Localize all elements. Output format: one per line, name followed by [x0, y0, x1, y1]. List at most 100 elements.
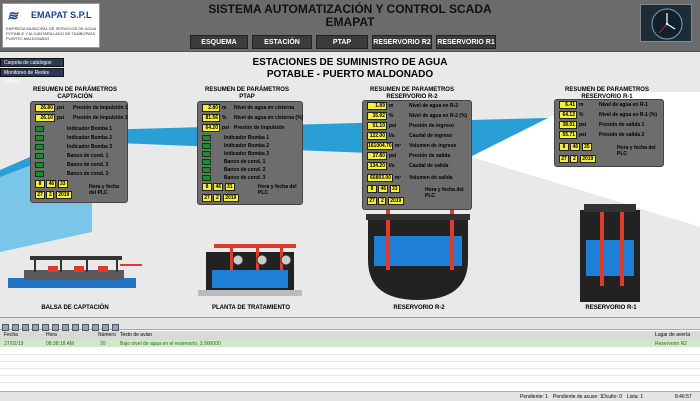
measure-value: 26.10 [35, 114, 55, 122]
sidebar-item-network-monitor[interactable]: Monitoreo de Redes (Widex) [0, 68, 64, 85]
col-fecha[interactable]: Fecha [4, 332, 18, 338]
treatment-plant-icon [198, 244, 302, 296]
measure-value: 2.80 [202, 104, 220, 112]
status-hidden: Oculto: 0 [602, 394, 623, 400]
measure-unit: psi [389, 123, 397, 129]
export-icon[interactable] [52, 324, 59, 331]
measure-value: 26.80 [35, 104, 55, 112]
measure-label: Presión de Impulsión [234, 125, 285, 131]
indicator-label: Banco de cond. 3 [224, 175, 266, 181]
ack-icon[interactable] [2, 324, 9, 331]
measure-unit: psi [579, 122, 587, 128]
page-title: ESTACIONES DE SUMINISTRO DE AGUA [252, 57, 448, 68]
measure-label: Nivel de agua en R-1 [599, 102, 648, 108]
ack-all-icon[interactable] [12, 324, 19, 331]
col-lugar[interactable]: Lugar de avería [655, 332, 690, 338]
grid-line [0, 354, 700, 355]
caption-planta: PLANTA DE TRATAMIENTO [212, 305, 290, 311]
measure-row: 81.56% Nivel de agua en cisterna (%) [202, 114, 303, 123]
history-icon[interactable] [72, 324, 79, 331]
led-on-icon [35, 170, 44, 177]
sort-icon[interactable] [32, 324, 39, 331]
led-on-icon [35, 161, 44, 168]
measure-row: 65803.00 m³ Volumen de salida [367, 174, 453, 183]
measure-unit: m [579, 102, 584, 108]
alarm-text: Bajo nivel de agua en el reservorio, 3,9… [120, 341, 221, 347]
alarm-place: Reservorio R2 [655, 341, 687, 347]
led-on-icon [202, 142, 211, 149]
measure-unit: % [389, 113, 394, 119]
measure-unit: l/s [389, 133, 395, 139]
caption-r2: RESERVORIO R-2 [393, 305, 445, 311]
col-hora[interactable]: Hora [46, 332, 57, 338]
plc-time-row: 8 46 35 [559, 143, 592, 152]
alarm-window: Fecha Hora Número Texto de aviso Lugar d… [0, 317, 700, 401]
panel-ptap: 2.80 m Nivel de agua en cisterna 81.56% Niv… [197, 101, 303, 205]
col-numero[interactable]: Número [98, 332, 116, 338]
settings-icon[interactable] [92, 324, 99, 331]
nav-reservorio-r2-button[interactable]: RESERVORIO R2 [372, 35, 432, 49]
help-icon[interactable] [112, 324, 119, 331]
measure-value: 37.80 [367, 152, 387, 160]
led-on-icon [35, 152, 44, 159]
measure-value: 81.56 [202, 114, 220, 122]
logo-subtitle: EMPRESA MUNICIPAL DE SERVICIOS DE AGUA P… [6, 26, 96, 41]
indicator-row: Banco de cond. 1 [35, 152, 108, 161]
measure-label: Caudal de salida [409, 163, 449, 169]
grid-line [0, 368, 700, 369]
sidebar: Carpeta de catálogos Monitoreo de Redes … [0, 58, 64, 85]
measure-value: 1.89 [367, 102, 387, 110]
plc-hour: 8 [367, 185, 377, 193]
app-title: SISTEMA AUTOMATIZACIÓN Y CONTROL SCADA [208, 2, 492, 16]
table-row[interactable]: 27/02/19 08:38:18 AM 20 Bajo nivel de ag… [0, 340, 700, 347]
plc-year: 2019 [579, 155, 596, 163]
measure-label: Nivel de agua en cisterna (%) [234, 115, 304, 121]
measure-label: Presión de salida 1 [599, 122, 645, 128]
plc-hour: 8 [35, 180, 45, 188]
measure-row: 51.10 psi Presión de ingreso [367, 122, 454, 131]
col-texto[interactable]: Texto de aviso [120, 332, 152, 338]
print-icon[interactable] [42, 324, 49, 331]
indicator-row: Indicador Bomba 2 [35, 134, 112, 143]
lock-icon[interactable] [102, 324, 109, 331]
indicator-label: Banco de cond. 3 [67, 171, 109, 177]
list-icon[interactable] [62, 324, 69, 331]
alarm-number: 20 [100, 341, 106, 347]
nav-estacion-balsa-button[interactable]: ESTACIÓN BALSA [252, 35, 312, 60]
led-on-icon [35, 125, 44, 132]
measure-row: 2.80 m Nivel de agua en cisterna [202, 104, 294, 113]
indicator-row: Banco de cond. 2 [35, 161, 108, 170]
hide-icon[interactable] [82, 324, 89, 331]
plc-second: 33 [57, 180, 68, 188]
nav-reservorio-r1-button[interactable]: RESERVORIO R1 [436, 35, 496, 49]
plc-month: 2 [570, 155, 579, 163]
led-on-icon [202, 150, 211, 157]
measure-label: Volumen de salida [409, 175, 453, 181]
grid-line [0, 361, 700, 362]
status-pending-ack: Pendiente de acuse: 1 [553, 394, 603, 400]
plc-time-row: 8 46 33 [367, 185, 400, 194]
measure-unit: m³ [395, 175, 402, 181]
plc-month: 2 [46, 191, 55, 199]
logo-mark-icon: ≋ [7, 8, 18, 23]
measure-label: Presión de salida 2 [599, 132, 645, 138]
header-bar: ≋ EMAPAT S.P.L EMPRESA MUNICIPAL DE SERV… [0, 0, 700, 60]
sidebar-item-catalog[interactable]: Carpeta de catálogos [0, 58, 64, 67]
measure-value: 161004.70 [367, 142, 393, 150]
measure-label: Volumen de ingreso [409, 143, 457, 149]
indicator-label: Banco de cond. 1 [67, 153, 109, 159]
measure-value: 38.01 [559, 121, 577, 129]
plc-time-label: Hora y fecha del PLC [258, 184, 297, 196]
panel-r2-title: RESUMEN DE PARAMETROS RESERVORIO R-2 [362, 87, 462, 101]
barge-icon [8, 256, 142, 288]
plc-day: 27 [559, 155, 569, 163]
led-on-icon [202, 174, 211, 181]
plc-second: 35 [581, 143, 592, 151]
nav-ptap-button[interactable]: PTAP [316, 35, 368, 49]
panel-ptap-title-line1: RESUMEN DE PARÁMETROS [205, 87, 289, 93]
measure-label: Caudal de ingreso [409, 133, 453, 139]
filter-icon[interactable] [22, 324, 29, 331]
nav-esquema-button[interactable]: ESQUEMA [190, 35, 248, 49]
led-on-icon [202, 134, 211, 141]
measure-row: 64.20 psi Presión de Impulsión [202, 124, 285, 133]
